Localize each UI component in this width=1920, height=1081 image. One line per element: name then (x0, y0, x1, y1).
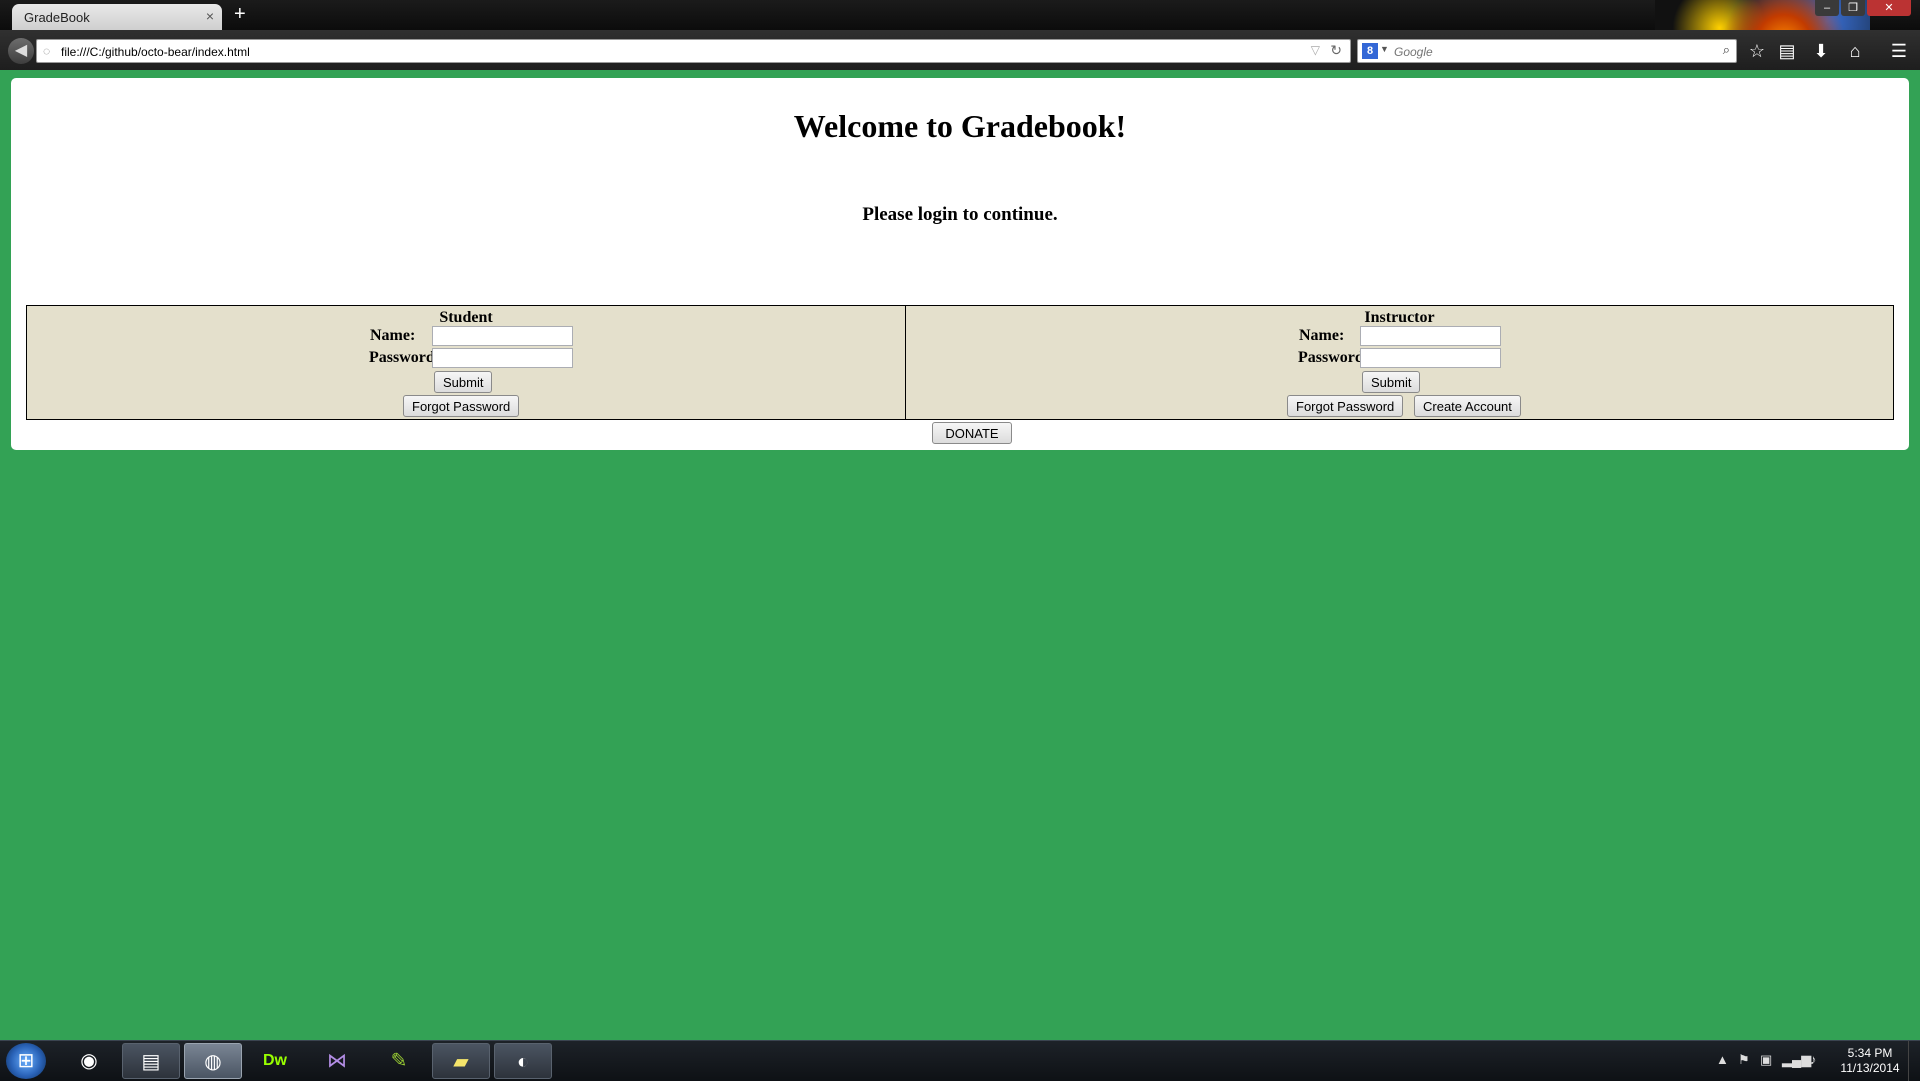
show-desktop-button[interactable] (1908, 1041, 1920, 1081)
taskbar-firefox-icon[interactable]: ◍ (184, 1043, 242, 1079)
page-content: Welcome to Gradebook! Please login to co… (11, 78, 1909, 450)
taskbar-visual-studio-icon[interactable]: ⋈ (308, 1043, 366, 1079)
minimize-button[interactable]: – (1815, 0, 1839, 16)
instructor-name-field[interactable] (1360, 326, 1501, 346)
taskbar-other-app-icon[interactable]: ◐ (494, 1043, 552, 1079)
taskbar-notepad-icon[interactable]: ✎ (370, 1043, 428, 1079)
student-submit-button[interactable]: Submit (434, 371, 493, 393)
taskbar-clock[interactable]: 5:34 PM 11/13/2014 (1830, 1046, 1910, 1076)
window-controls: – ❐ ✕ (1815, 0, 1911, 18)
restore-button[interactable]: ❐ (1841, 0, 1865, 16)
browser-nav-bar: ◀ ◌ ▽ ↻ 8 ▼ ⌕ ☆ ▤ ⬇ ⌂ ☰ (0, 30, 1920, 70)
site-identity-icon[interactable]: ◌ (43, 44, 50, 58)
clock-date: 11/13/2014 (1840, 1061, 1900, 1075)
instructor-heading: Instructor (1364, 309, 1435, 326)
instructor-submit-button[interactable]: Submit (1362, 371, 1421, 393)
windows-taskbar: ⊞ ◉ ▤ ◍ Dw ⋈ ✎ ▰ ◐ ▲ ⚑ ▣ ▂▄▆ ♪ 5:34 PM 1… (0, 1040, 1920, 1081)
taskbar-sticky-notes-icon[interactable]: ▰ (432, 1043, 490, 1079)
show-hidden-icons-icon[interactable]: ▲ (1716, 1052, 1729, 1067)
history-dropdown-icon[interactable]: ▽ (1311, 43, 1320, 57)
instructor-password-label: Password: (1298, 349, 1370, 366)
student-password-label: Password: (369, 349, 441, 366)
browser-tab-bar: GradeBook × + – ❐ ✕ (0, 0, 1920, 70)
downloads-icon[interactable]: ⬇ (1808, 38, 1834, 64)
url-input[interactable] (59, 42, 1313, 62)
search-engine-icon[interactable]: 8 (1362, 43, 1378, 59)
login-table: Student Name: Password: Submit Forgot Pa… (26, 305, 1894, 420)
back-arrow-icon: ◀ (14, 42, 28, 59)
search-icon[interactable]: ⌕ (1723, 42, 1730, 58)
student-name-label: Name: (370, 327, 416, 344)
menu-icon[interactable]: ☰ (1886, 38, 1912, 64)
tab-title: GradeBook (24, 10, 90, 25)
clock-time: 5:34 PM (1847, 1046, 1893, 1060)
donate-button[interactable]: DONATE (932, 422, 1012, 444)
new-tab-button[interactable]: + (234, 3, 246, 26)
page-top-strip (0, 70, 1920, 78)
search-bar[interactable]: 8 ▼ ⌕ (1357, 39, 1737, 63)
reload-icon[interactable]: ↻ (1330, 42, 1342, 59)
taskbar-dreamweaver-icon[interactable]: Dw (246, 1043, 304, 1079)
student-password-field[interactable] (432, 348, 573, 368)
instructor-forgot-password-button[interactable]: Forgot Password (1287, 395, 1404, 417)
taskbar-explorer-icon[interactable]: ▤ (122, 1043, 180, 1079)
student-heading: Student (439, 309, 493, 326)
create-account-button[interactable]: Create Account (1414, 395, 1521, 417)
bookmark-star-icon[interactable]: ☆ (1744, 38, 1770, 64)
volume-icon[interactable]: ♪ (1810, 1052, 1817, 1067)
student-name-field[interactable] (432, 326, 573, 346)
search-input[interactable] (1392, 42, 1696, 62)
start-button[interactable]: ⊞ (6, 1043, 46, 1079)
close-window-button[interactable]: ✕ (1867, 0, 1911, 16)
instructor-name-label: Name: (1299, 327, 1345, 344)
student-forgot-password-button[interactable]: Forgot Password (403, 395, 520, 417)
tab-close-icon[interactable]: × (206, 8, 214, 24)
login-prompt: Please login to continue. (862, 204, 1058, 225)
taskbar-chrome-icon[interactable]: ◉ (60, 1043, 118, 1079)
student-login-panel: Student Name: Password: Submit Forgot Pa… (27, 306, 906, 419)
network-icon[interactable]: ▂▄▆ (1782, 1052, 1811, 1068)
safely-remove-icon[interactable]: ▣ (1760, 1052, 1772, 1068)
bookmarks-menu-icon[interactable]: ▤ (1774, 38, 1800, 64)
windows-logo-icon: ⊞ (17, 1050, 35, 1072)
page-title: Welcome to Gradebook! (793, 108, 1127, 144)
home-icon[interactable]: ⌂ (1842, 38, 1868, 64)
address-bar[interactable]: ◌ ▽ ↻ (36, 39, 1351, 63)
chevron-down-icon[interactable]: ▼ (1380, 44, 1389, 54)
instructor-login-panel: Instructor Name: Password: Submit Forgot… (906, 306, 1893, 419)
back-button[interactable]: ◀ (8, 38, 34, 64)
browser-tab[interactable]: GradeBook × (12, 4, 222, 30)
instructor-password-field[interactable] (1360, 348, 1501, 368)
action-center-flag-icon[interactable]: ⚑ (1738, 1052, 1750, 1068)
